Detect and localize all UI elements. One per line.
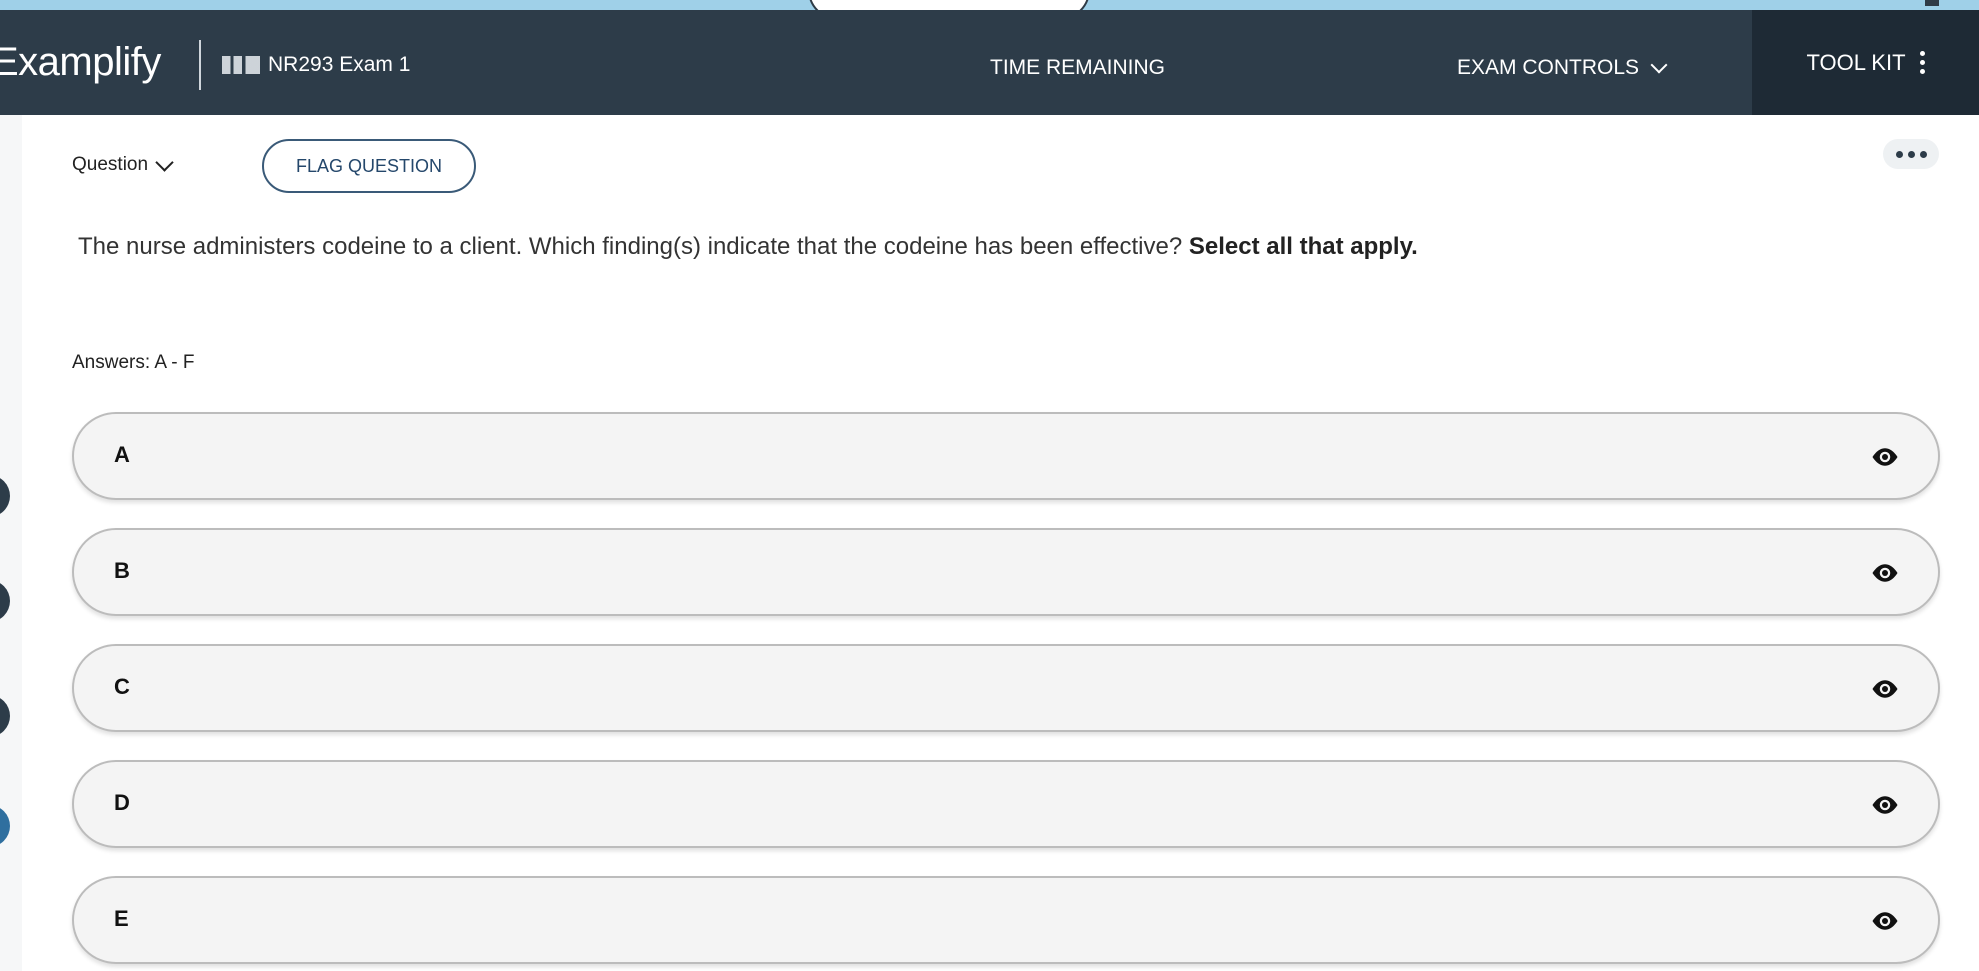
app-header: Examplify NR293 Exam 1 TIME REMAINING EX… [0,10,1979,115]
rail-marker[interactable] [0,580,10,622]
answer-option-c[interactable]: C [72,644,1940,732]
exam-controls-label: EXAM CONTROLS [1457,56,1640,79]
question-nav-dropdown[interactable]: Question [72,152,174,176]
option-text [214,792,714,814]
option-letter: E [114,906,129,931]
eye-icon[interactable] [1870,674,1900,704]
eye-icon[interactable] [1870,558,1900,588]
eye-icon[interactable] [1870,906,1900,936]
answer-option-a[interactable]: A [72,412,1940,500]
kebab-vertical-icon [1919,51,1925,74]
more-options-button[interactable] [1883,139,1939,169]
toolkit-label: TOOL KIT [1806,49,1906,75]
question-stem: The nurse administers codeine to a clien… [78,233,1418,261]
answer-option-b[interactable]: B [72,528,1940,616]
option-letter: B [114,558,130,583]
option-letter: D [114,790,130,815]
dot [1907,150,1915,158]
rail-marker[interactable] [0,695,10,737]
option-text [214,676,714,698]
option-letter: C [114,674,130,699]
university-logo-icon [222,56,260,74]
exam-controls-menu[interactable]: EXAM CONTROLS [1457,56,1668,80]
question-stem-text: The nurse administers codeine to a clien… [78,233,1183,260]
top-right-mark [1925,0,1939,6]
option-text [214,444,714,466]
answer-option-d[interactable]: D [72,760,1940,848]
answer-option-e[interactable]: E [72,876,1940,964]
toolkit-button[interactable]: TOOL KIT [1752,10,1979,115]
exam-title: NR293 Exam 1 [222,53,410,77]
eye-icon[interactable] [1870,442,1900,472]
dot [1895,150,1903,158]
header-divider [199,40,201,90]
option-letter: A [114,442,130,467]
rail-marker[interactable] [0,475,10,517]
option-text [214,908,714,930]
chevron-down-icon [1650,56,1668,74]
rail-marker-active[interactable] [0,805,10,847]
answers-label: Answers: A - F [72,352,195,373]
chevron-down-icon [155,152,174,172]
question-rail [0,115,22,971]
eye-icon[interactable] [1870,790,1900,820]
time-remaining-label[interactable]: TIME REMAINING [990,56,1165,80]
option-text [214,560,714,582]
exam-title-text: NR293 Exam 1 [268,53,411,76]
question-nav-label: Question [72,154,149,175]
question-stem-emphasis: Select all that apply. [1188,233,1418,260]
flag-question-button[interactable]: FLAG QUESTION [262,139,476,193]
brand-logo: Examplify [0,40,161,84]
dot [1919,150,1927,158]
